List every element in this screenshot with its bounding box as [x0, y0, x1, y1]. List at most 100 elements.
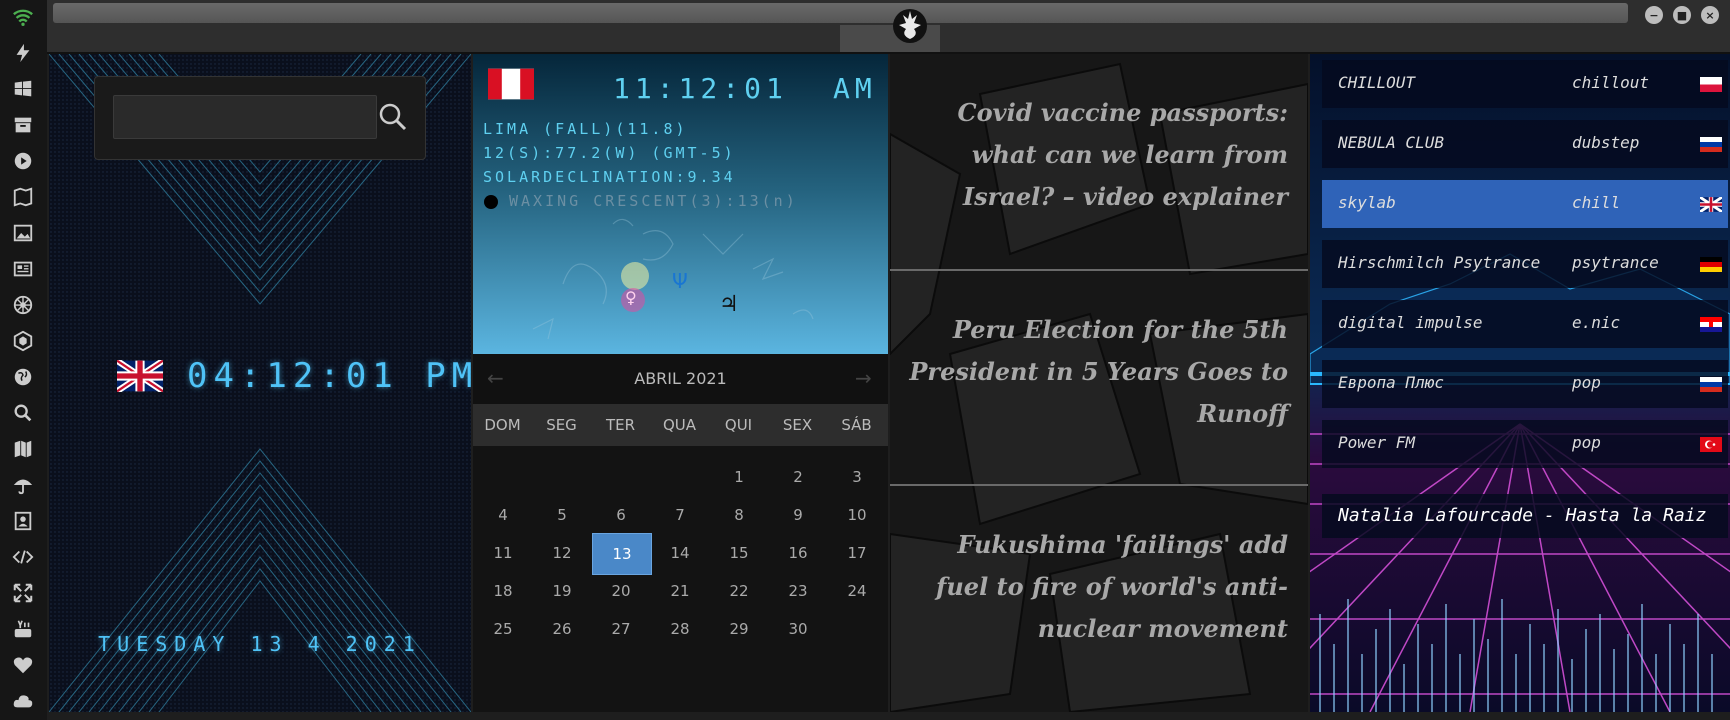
weather-ampm: AM	[833, 72, 877, 105]
news-headline[interactable]: Peru Election for the 5th President in 5…	[908, 309, 1288, 435]
youtube-icon[interactable]	[10, 616, 36, 642]
close-icon[interactable]: ×	[1701, 6, 1719, 24]
calendar-day[interactable]: 28	[651, 609, 709, 649]
neptune-icon: Ψ	[672, 269, 688, 293]
calendar-day[interactable]: 4	[474, 495, 532, 535]
window-titlebar: − ■ ×	[47, 0, 1730, 54]
calendar-day[interactable]: 23	[769, 571, 827, 611]
calendar-day[interactable]: 1	[710, 457, 768, 497]
calendar-day[interactable]: 7	[651, 495, 709, 535]
search-icon[interactable]	[10, 400, 36, 426]
calendar-day[interactable]: 6	[592, 495, 650, 535]
news-item[interactable]: Fukushima 'failings' add fuel to fire of…	[890, 486, 1308, 712]
calendar-day[interactable]: 29	[710, 609, 768, 649]
station-name: NEBULA CLUB	[1338, 133, 1444, 152]
weather-location: LIMA (FALL)(11.8)	[483, 120, 688, 138]
clock-panel: 04:12:01 PM TUESDAY 13 4 2021	[49, 54, 471, 712]
day-name: DOM	[484, 416, 521, 434]
calendar-day[interactable]: 8	[710, 495, 768, 535]
address-bar[interactable]	[53, 3, 1628, 23]
expand-icon[interactable]	[10, 580, 36, 606]
calendar-day[interactable]: 24	[828, 571, 886, 611]
calendar-day[interactable]: 17	[828, 533, 886, 573]
calendar-day[interactable]: 26	[533, 609, 591, 649]
peru-flag-icon	[488, 68, 534, 100]
jupiter-icon: ♃	[719, 292, 739, 317]
weather-sky: ♀ Ψ ♃ 11:12:01 AM LIMA (FALL)(11.8) 12(S…	[473, 54, 888, 354]
turkey-flag-icon	[1700, 437, 1722, 452]
windows-icon[interactable]	[10, 76, 36, 102]
maximize-icon[interactable]: ■	[1673, 6, 1691, 24]
heart-icon[interactable]	[10, 652, 36, 678]
search-input[interactable]	[113, 95, 377, 139]
hexagon-icon[interactable]	[10, 328, 36, 354]
calendar-day[interactable]: 11	[474, 533, 532, 573]
news-item[interactable]: Covid vaccine passports: what can we lea…	[890, 54, 1308, 271]
radio-station[interactable]: digital impulse e.nic	[1322, 300, 1728, 348]
news-item[interactable]: Peru Election for the 5th President in 5…	[890, 271, 1308, 486]
calendar-day[interactable]: 14	[651, 533, 709, 573]
radio-station[interactable]: Европа Плюс pop	[1322, 360, 1728, 408]
uk-flag-icon	[117, 360, 163, 392]
news-headline[interactable]: Covid vaccine passports: what can we lea…	[908, 92, 1288, 218]
archive-icon[interactable]	[10, 112, 36, 138]
play-icon[interactable]	[10, 148, 36, 174]
calendar-day[interactable]: 15	[710, 533, 768, 573]
cloud-icon[interactable]	[10, 688, 36, 714]
calendar-month-title: ABRIL 2021	[634, 369, 727, 388]
map-book-icon[interactable]	[10, 184, 36, 210]
station-genre: chillout	[1572, 73, 1650, 92]
globe-icon[interactable]	[10, 364, 36, 390]
venus-icon: ♀	[625, 288, 637, 307]
search-icon[interactable]	[373, 97, 413, 137]
station-name: Power FM	[1338, 433, 1416, 452]
day-name: QUA	[662, 416, 697, 434]
calendar-day[interactable]: 2	[769, 457, 827, 497]
croatia-flag-icon	[1700, 317, 1722, 332]
news-headline[interactable]: Fukushima 'failings' add fuel to fire of…	[908, 524, 1288, 650]
calendar-day[interactable]: 10	[828, 495, 886, 535]
weather-time: 11:12:01	[613, 72, 788, 105]
rebel-alliance-logo-icon[interactable]	[887, 5, 933, 45]
solar-declination: SOLARDECLINATION:9.34	[483, 168, 736, 186]
minimize-icon[interactable]: −	[1645, 6, 1663, 24]
next-month-icon[interactable]: →	[855, 366, 872, 390]
umbrella-icon[interactable]	[10, 472, 36, 498]
calendar-day[interactable]: 18	[474, 571, 532, 611]
weather-panel: ♀ Ψ ♃ 11:12:01 AM LIMA (FALL)(11.8) 12(S…	[473, 54, 888, 712]
day-name: SEX	[782, 416, 813, 434]
calendar-day-today[interactable]: 13	[592, 533, 652, 575]
wifi-icon[interactable]	[10, 4, 36, 30]
radio-station[interactable]: CHILLOUT chillout	[1322, 60, 1728, 108]
calendar-day[interactable]: 12	[533, 533, 591, 573]
code-icon[interactable]	[10, 544, 36, 570]
now-playing[interactable]: Natalia Lafourcade - Hasta la Raiz	[1322, 494, 1728, 538]
calendar: ← ABRIL 2021 → DOM SEG TER QUA QUI SEX S…	[473, 354, 888, 712]
clock-time: 04:12:01 PM	[187, 356, 471, 396]
calendar-day[interactable]: 3	[828, 457, 886, 497]
calendar-day[interactable]: 30	[769, 609, 827, 649]
contact-icon[interactable]	[10, 508, 36, 534]
image-icon[interactable]	[10, 220, 36, 246]
radio-station-active[interactable]: skylab chill	[1322, 180, 1728, 228]
news-panel: Covid vaccine passports: what can we lea…	[890, 54, 1308, 712]
bolt-icon[interactable]	[10, 40, 36, 66]
station-name: Европа Плюс	[1338, 373, 1444, 392]
calendar-day[interactable]: 5	[533, 495, 591, 535]
calendar-day[interactable]: 22	[710, 571, 768, 611]
radio-station[interactable]: Power FM pop	[1322, 420, 1728, 468]
calendar-day[interactable]: 9	[769, 495, 827, 535]
radio-station[interactable]: Hirschmilch Psytrance psytrance	[1322, 240, 1728, 288]
calendar-day[interactable]: 20	[592, 571, 650, 611]
calendar-day[interactable]: 21	[651, 571, 709, 611]
calendar-day[interactable]: 25	[474, 609, 532, 649]
poland-flag-icon	[1700, 77, 1722, 92]
calendar-day[interactable]: 16	[769, 533, 827, 573]
news-icon[interactable]	[10, 256, 36, 282]
calendar-day[interactable]: 19	[533, 571, 591, 611]
map-icon[interactable]	[10, 436, 36, 462]
station-genre: e.nic	[1572, 313, 1621, 332]
calendar-day[interactable]: 27	[592, 609, 650, 649]
radio-station[interactable]: NEBULA CLUB dubstep	[1322, 120, 1728, 168]
settings-wheel-icon[interactable]	[10, 292, 36, 318]
